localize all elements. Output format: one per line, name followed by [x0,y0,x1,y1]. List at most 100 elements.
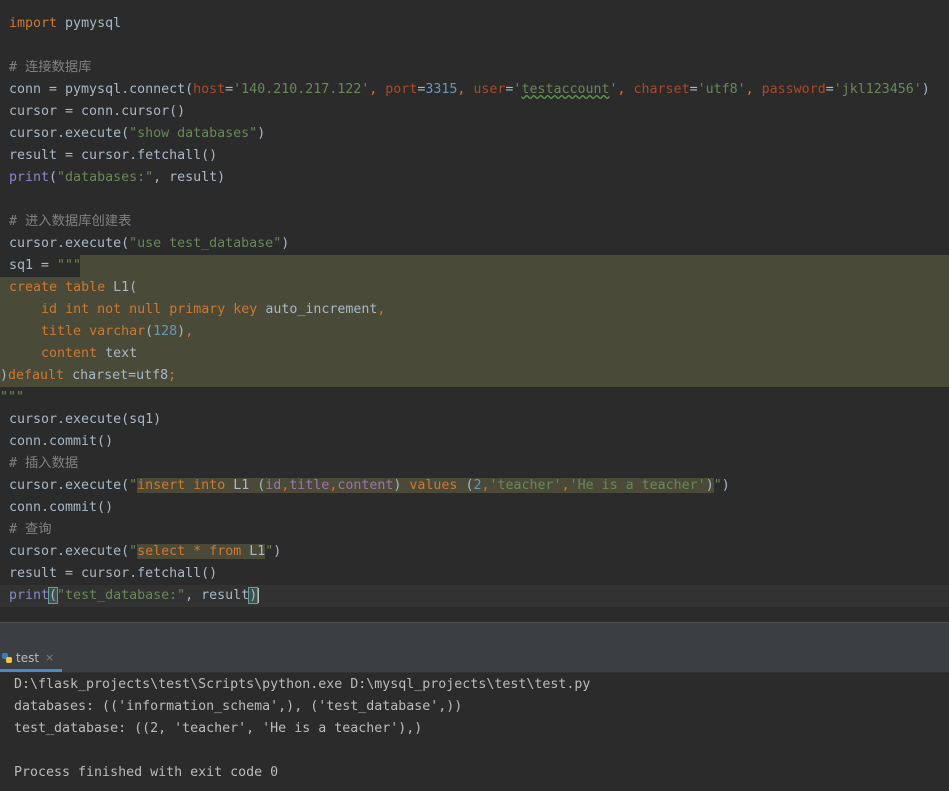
code-line-17[interactable]: )default charset=utf8; [0,365,949,387]
code-token: print [9,588,50,603]
code-line-7[interactable]: result = cursor.fetchall() [0,145,949,167]
code-token: title [289,478,330,493]
code-line-13[interactable]: create table L1( [0,277,949,299]
code-line-15[interactable]: title varchar(128), [0,321,949,343]
code-token: id [265,478,282,493]
code-line-10[interactable]: # 进入数据库创建表 [0,211,949,233]
code-editor[interactable]: import pymysql # 连接数据库 conn = pymysql.co… [0,0,949,622]
code-token: L1 [249,544,266,559]
code-token: ) [393,478,402,493]
code-line-27[interactable]: print("test_database:", result) [0,585,949,607]
code-token: from [209,544,242,559]
code-line-22[interactable]: cursor.execute("insert into L1 (id,title… [0,475,949,497]
code-line-21[interactable]: # 插入数据 [0,453,949,475]
code-token: """ [0,390,25,405]
code-token: L1( [113,280,138,295]
code-token: ) [921,82,930,97]
code-line-3[interactable]: # 连接数据库 [0,57,949,79]
code-token: ) [705,478,714,493]
code-token: conn.commit() [9,434,114,449]
code-token: sq1 = [9,258,58,273]
matching-bracket: ) [248,587,259,604]
code-token: host [193,82,226,97]
code-token: , [369,82,386,97]
code-token: '140.210.217.122' [233,82,370,97]
run-console-output[interactable]: D:\flask_projects\test\Scripts\python.ex… [0,673,949,791]
panel-divider[interactable] [0,622,949,647]
code-token: conn.commit() [9,500,114,515]
code-token: charset=utf8 [72,368,169,383]
code-token: """ [57,258,82,273]
run-tab-test[interactable]: test × [0,646,62,672]
code-token: , [745,82,762,97]
code-token: title [41,324,82,339]
code-line-1[interactable]: import pymysql [0,13,949,35]
code-token: print [9,170,50,185]
code-token: ) [273,544,282,559]
code-token: , [481,478,490,493]
code-line-12[interactable]: sq1 = """ [0,255,949,277]
code-line-24[interactable]: # 查询 [0,519,949,541]
code-token: ) [257,126,266,141]
code-token: 'He is a teacher' [569,478,706,493]
code-line-26[interactable]: result = cursor.fetchall() [0,563,949,585]
code-token: * [193,544,202,559]
code-comment: # 插入数据 [9,456,79,471]
code-token: cursor.execute( [9,544,130,559]
code-token: "show databases" [129,126,258,141]
code-line-11[interactable]: cursor.execute("use test_database") [0,233,949,255]
code-token: cursor = conn.cursor() [9,104,186,119]
code-token: 'utf8' [697,82,746,97]
code-token: auto_increment [265,302,378,317]
code-token: not [97,302,122,317]
console-line: Process finished with exit code 0 [14,765,279,780]
close-icon[interactable]: × [45,651,54,664]
code-token: key [233,302,258,317]
code-token: ; [168,368,177,383]
code-token: = [689,82,698,97]
code-token: , [617,82,634,97]
code-token: values [409,478,458,493]
code-token: 'jkl123456' [833,82,922,97]
code-token: result = cursor.fetchall() [9,148,218,163]
code-token: charset [633,82,690,97]
code-token: cursor.execute(sq1) [9,412,162,427]
code-token: , [185,324,194,339]
code-token: "use test_database" [129,236,282,251]
code-token: testaccount [521,82,610,97]
code-token: create [9,280,58,295]
code-token: , [457,82,474,97]
code-token: "test_database:" [57,588,186,603]
console-line: databases: (('information_schema',), ('t… [14,699,463,714]
code-line-20[interactable]: conn.commit() [0,431,949,453]
code-token: ( [49,170,58,185]
code-token: select [137,544,186,559]
code-token: int [65,302,90,317]
matching-bracket: ( [48,587,59,604]
code-token: cursor.execute( [9,478,130,493]
code-line-16[interactable]: content text [0,343,949,365]
code-line-19[interactable]: cursor.execute(sq1) [0,409,949,431]
code-token: " [129,544,138,559]
code-token: " [129,478,138,493]
code-token: null [129,302,162,317]
code-token: password [761,82,826,97]
code-line-4[interactable]: conn = pymysql.connect(host='140.210.217… [0,79,949,101]
code-line-14[interactable]: id int not null primary key auto_increme… [0,299,949,321]
code-comment: # 连接数据库 [9,60,92,75]
code-line-23[interactable]: conn.commit() [0,497,949,519]
code-token: , result) [153,170,226,185]
run-tool-window-tabs: test × [0,646,949,673]
code-line-18[interactable]: """ [0,387,949,409]
code-token: 3315 [425,82,458,97]
code-token: result = cursor.fetchall() [9,566,218,581]
code-token: cursor.execute( [9,126,130,141]
code-line-5[interactable]: cursor = conn.cursor() [0,101,949,123]
console-line: D:\flask_projects\test\Scripts\python.ex… [14,677,591,692]
code-token: insert [137,478,186,493]
code-line-8[interactable]: print("databases:", result) [0,167,949,189]
code-line-25[interactable]: cursor.execute("select * from L1") [0,541,949,563]
code-token: content [337,478,394,493]
code-line-6[interactable]: cursor.execute("show databases") [0,123,949,145]
code-token: primary [169,302,226,317]
